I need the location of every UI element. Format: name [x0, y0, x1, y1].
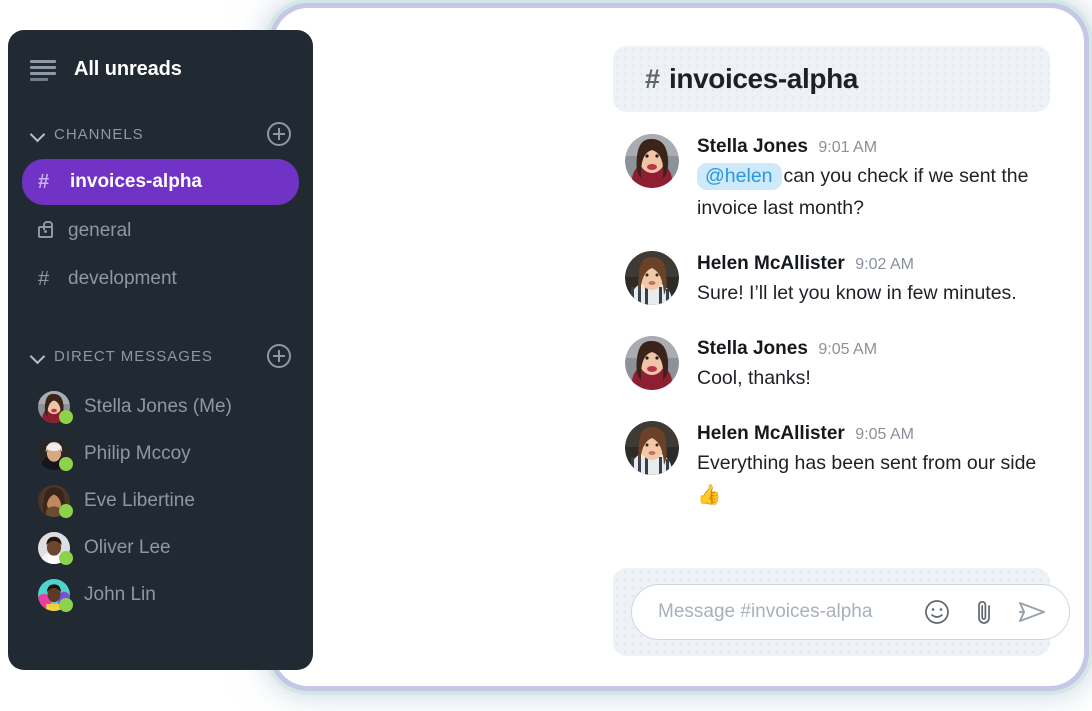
sidebar-item-development[interactable]: # development: [22, 257, 299, 301]
avatar: [38, 531, 73, 565]
sidebar-dm-philip-mccoy[interactable]: Philip Mccoy: [8, 430, 313, 477]
composer[interactable]: [631, 584, 1070, 640]
status-badge: [59, 597, 73, 612]
hash-icon: #: [645, 63, 661, 94]
sidebar-item-invoices-alpha[interactable]: # invoices-alpha: [22, 159, 299, 205]
all-unreads-label[interactable]: All unreads: [74, 58, 182, 81]
composer-area: [613, 568, 1070, 656]
page-title: invoices-alpha: [669, 63, 858, 94]
message-item: Helen McAllister 9:02 AM Sure! I’ll let …: [625, 251, 1044, 309]
message-body: Helen McAllister 9:05 AM Everything has …: [697, 421, 1044, 511]
sidebar-item-label: development: [68, 268, 177, 289]
sidebar-item-general[interactable]: general: [22, 209, 299, 253]
add-channel-button[interactable]: [267, 122, 291, 146]
avatar: [38, 437, 73, 471]
sidebar-dm-label: Eve Libertine: [84, 489, 195, 511]
message-author: Stella Jones: [697, 136, 808, 157]
avatar: [38, 390, 73, 424]
message-timestamp: 9:05 AM: [818, 341, 878, 358]
avatar: [625, 421, 679, 475]
avatar: [625, 134, 679, 188]
avatar: [625, 251, 679, 305]
channel-header: # invoices-alpha: [613, 46, 1050, 112]
message-header: Helen McAllister 9:02 AM: [697, 253, 1044, 275]
dm-section-title: DIRECT MESSAGES: [54, 347, 213, 365]
lock-icon: [38, 220, 64, 242]
sidebar-item-label: invoices-alpha: [70, 171, 202, 192]
message-text: Sure! I’ll let you know in few minutes.: [697, 282, 1017, 304]
message-text: Cool, thanks!: [697, 367, 811, 389]
sidebar-item-label: general: [68, 220, 132, 241]
message-author: Helen McAllister: [697, 253, 845, 274]
avatar: [38, 578, 73, 612]
message-body: Stella Jones 9:05 AM Cool, thanks!: [697, 336, 1044, 394]
message-header: Stella Jones 9:05 AM: [697, 338, 1044, 360]
chevron-down-icon[interactable]: [28, 124, 48, 144]
status-badge: [59, 409, 73, 424]
hash-icon: #: [38, 171, 50, 193]
sidebar-dm-john-lin[interactable]: John Lin: [8, 571, 313, 618]
status-badge: [59, 503, 73, 518]
message-input[interactable]: [658, 601, 903, 623]
screenshot-root: # invoices-alpha Stella Jones 9:01 AM @h…: [0, 0, 1092, 711]
dm-section-header[interactable]: DIRECT MESSAGES: [8, 339, 313, 373]
sidebar-dm-label: John Lin: [84, 583, 156, 605]
sidebar-dm-oliver-lee[interactable]: Oliver Lee: [8, 524, 313, 571]
message-item: Stella Jones 9:01 AM @helen can you check…: [625, 134, 1044, 224]
sidebar-dm-label: Oliver Lee: [84, 536, 171, 558]
message-text: Everything has been sent from our side 👍: [697, 452, 1037, 506]
message-body: Stella Jones 9:01 AM @helen can you check…: [697, 134, 1044, 224]
mention-pill[interactable]: @helen: [697, 163, 782, 190]
sidebar-dm-label: Philip Mccoy: [84, 442, 191, 464]
app-window: # invoices-alpha Stella Jones 9:01 AM @h…: [274, 8, 1084, 686]
chat-panel: # invoices-alpha Stella Jones 9:01 AM @h…: [587, 16, 1076, 678]
message-timestamp: 9:05 AM: [855, 426, 914, 443]
hash-icon: #: [38, 268, 50, 290]
sidebar-dm-eve-libertine[interactable]: Eve Libertine: [8, 477, 313, 524]
paperclip-icon[interactable]: [971, 598, 997, 626]
sidebar-header: All unreads: [8, 30, 313, 81]
message-author: Stella Jones: [697, 338, 808, 359]
message-timestamp: 9:02 AM: [855, 256, 914, 273]
sidebar-dm-label: Stella Jones (Me): [84, 395, 232, 417]
status-badge: [59, 550, 73, 565]
message-text: @helen can you check if we sent the invoi…: [697, 160, 1044, 224]
sidebar: All unreads CHANNELS # invoices-alpha ge…: [8, 30, 313, 670]
channels-section-title: CHANNELS: [54, 125, 144, 143]
add-dm-button[interactable]: [267, 344, 291, 368]
message-body: Helen McAllister 9:02 AM Sure! I’ll let …: [697, 251, 1044, 309]
message-timestamp: 9:01 AM: [818, 139, 878, 156]
message-item: Stella Jones 9:05 AM Cool, thanks!: [625, 336, 1044, 394]
send-arrow-icon[interactable]: [1017, 598, 1047, 626]
chevron-down-icon[interactable]: [28, 346, 48, 366]
smiley-face-icon[interactable]: [923, 598, 951, 626]
message-item: Helen McAllister 9:05 AM Everything has …: [625, 421, 1044, 511]
sidebar-dm-stella-jones[interactable]: Stella Jones (Me): [8, 383, 313, 430]
message-header: Helen McAllister 9:05 AM: [697, 423, 1044, 445]
avatar: [625, 336, 679, 390]
message-header: Stella Jones 9:01 AM: [697, 136, 1044, 158]
status-badge: [59, 456, 73, 471]
avatar: [38, 484, 73, 518]
hamburger-icon[interactable]: [30, 58, 56, 81]
channels-section-header[interactable]: CHANNELS: [8, 117, 313, 151]
message-list: Stella Jones 9:01 AM @helen can you check…: [613, 112, 1050, 568]
message-author: Helen McAllister: [697, 423, 845, 444]
